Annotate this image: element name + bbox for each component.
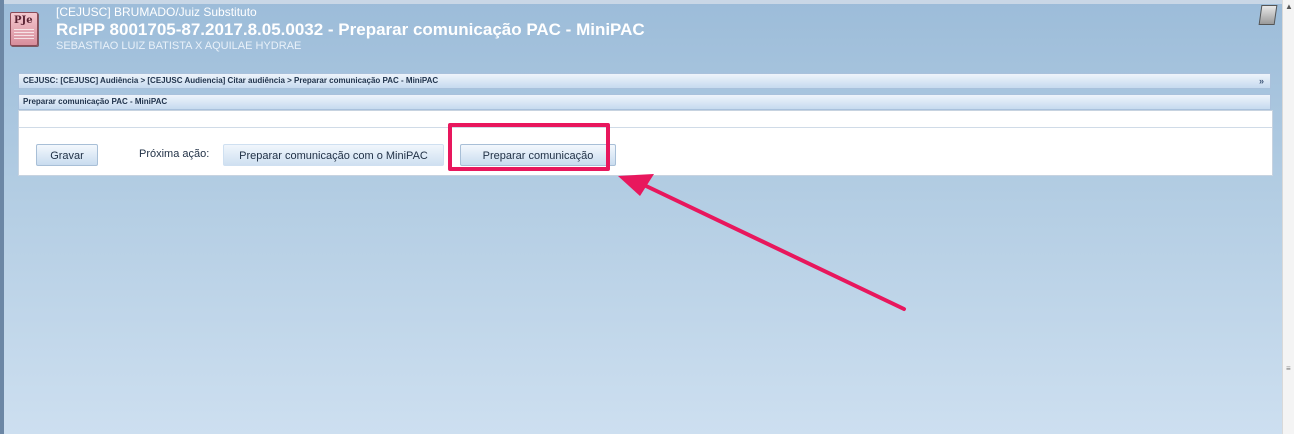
pje-app-icon: PJe	[10, 12, 38, 46]
top-strip	[4, 0, 1282, 4]
breadcrumb-more-icon[interactable]: »	[1259, 74, 1264, 88]
breadcrumb-text: CEJUSC: [CEJUSC] Audiência > [CEJUSC Aud…	[23, 76, 439, 85]
breadcrumb: CEJUSC: [CEJUSC] Audiência > [CEJUSC Aud…	[18, 73, 1271, 89]
header-parties: SEBASTIAO LUIZ BATISTA X AQUILAE HYDRAE	[56, 40, 302, 52]
scroll-grip-icon[interactable]: ≡	[1286, 364, 1291, 373]
document-icon[interactable]	[1258, 5, 1278, 25]
next-action-label: Próxima ação:	[139, 148, 210, 160]
page-background: PJe [CEJUSC] BRUMADO/Juiz Substituto RcI…	[0, 0, 1282, 434]
save-button[interactable]: Gravar	[36, 144, 98, 166]
scroll-up-icon[interactable]: ▲	[1285, 2, 1293, 11]
header-court-line: [CEJUSC] BRUMADO/Juiz Substituto	[56, 5, 257, 19]
action-panel: Gravar Próxima ação: Preparar comunicaçã…	[18, 110, 1273, 176]
vertical-scrollbar[interactable]: ▲ ≡	[1282, 0, 1294, 434]
section-header-text: Preparar comunicação PAC - MiniPAC	[23, 97, 168, 106]
page-title: RcIPP 8001705-87.2017.8.05.0032 - Prepar…	[56, 20, 645, 39]
app-icon-text: PJe	[14, 15, 33, 26]
arrow-annotation	[618, 174, 906, 311]
prepare-minipac-button[interactable]: Preparar comunicação com o MiniPAC	[223, 144, 444, 166]
highlight-annotation	[448, 123, 610, 171]
panel-divider	[19, 127, 1272, 128]
section-header: Preparar comunicação PAC - MiniPAC	[18, 94, 1271, 110]
